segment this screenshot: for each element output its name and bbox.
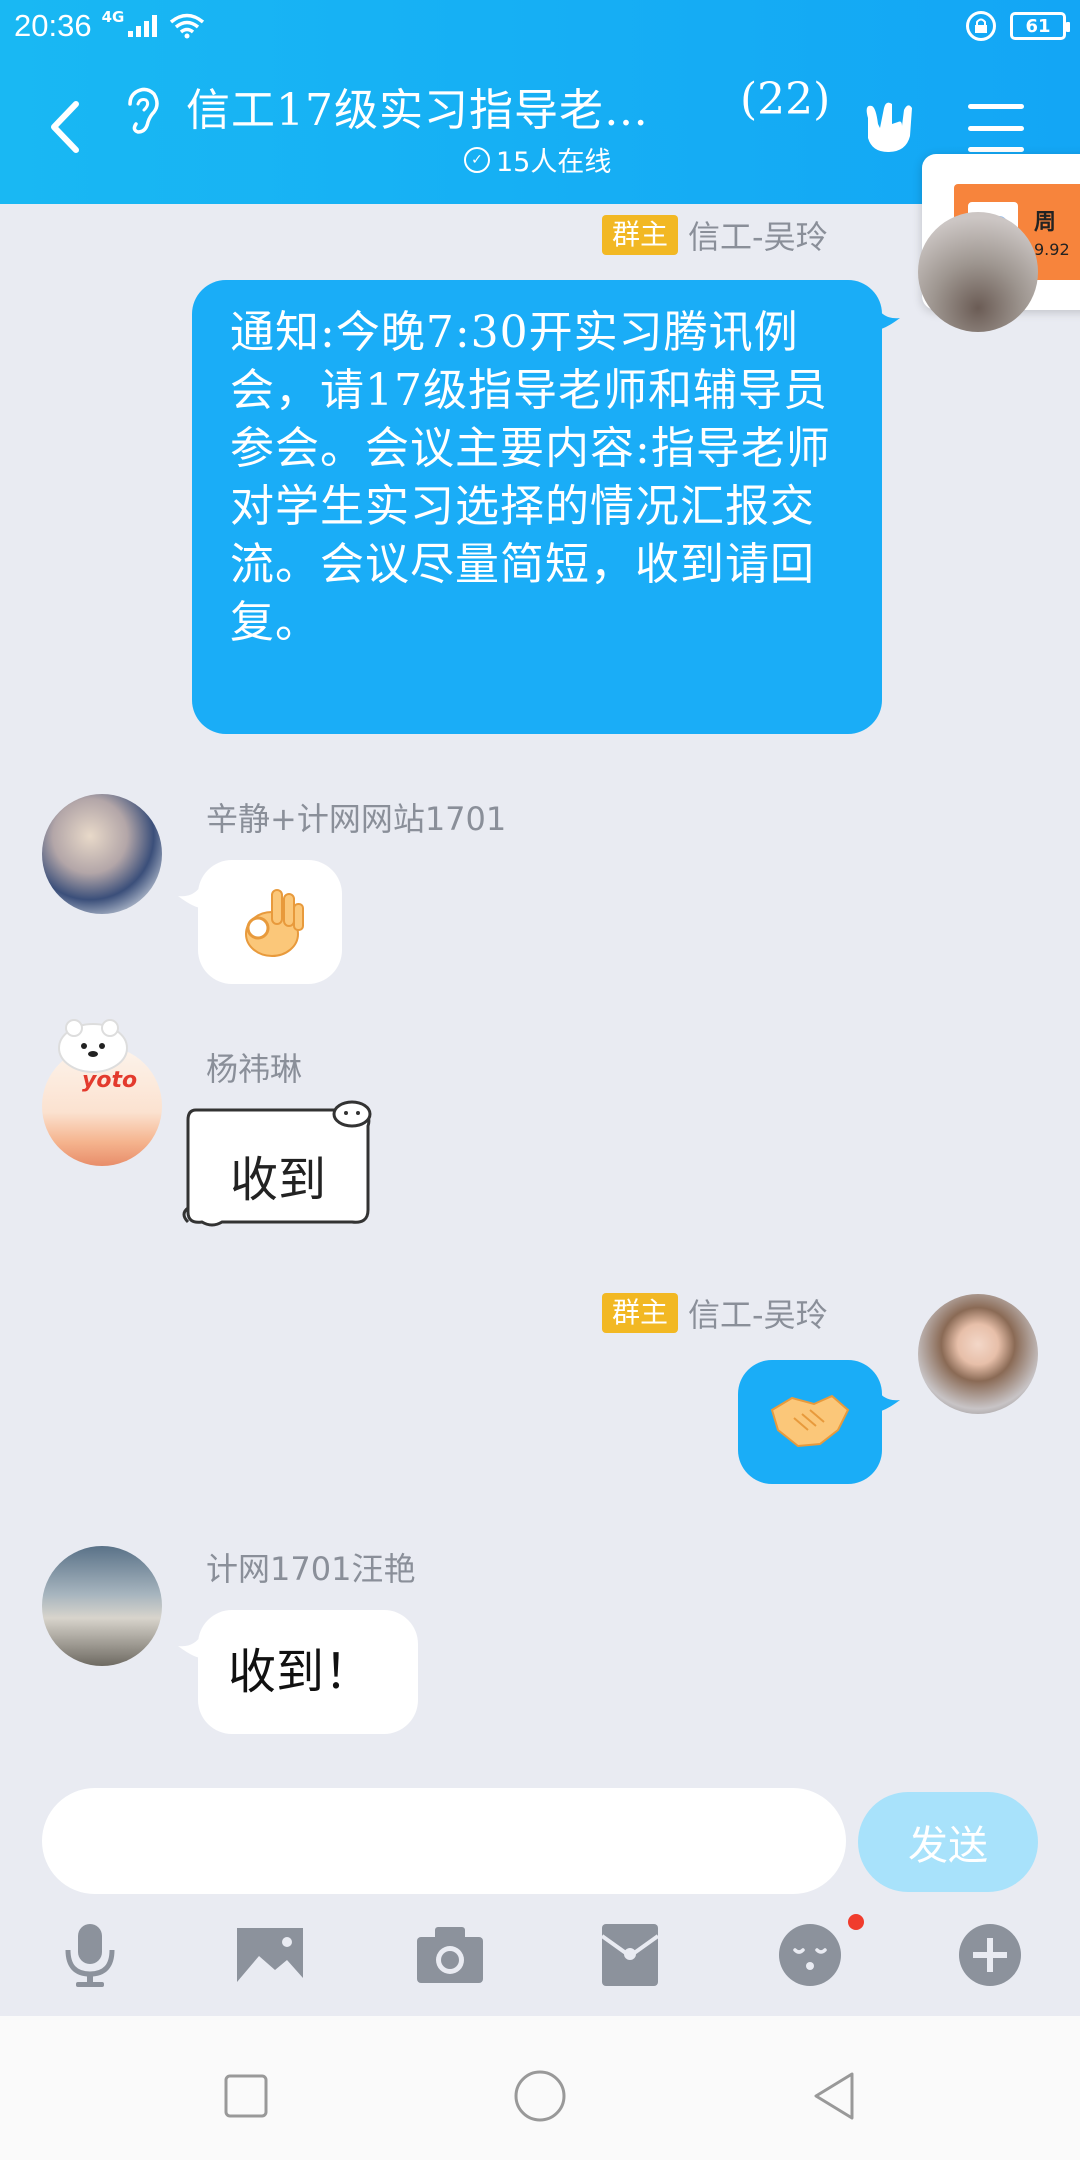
- send-label: 发送: [908, 1823, 988, 1869]
- message-input[interactable]: [42, 1788, 846, 1894]
- message-bubble[interactable]: [198, 860, 342, 984]
- sender-name: 辛静+计网网站1701: [206, 800, 507, 838]
- handshake-icon: [770, 1394, 850, 1448]
- avatar[interactable]: [42, 794, 162, 914]
- send-button[interactable]: 发送: [858, 1792, 1038, 1892]
- bubble-tail: [178, 1634, 202, 1658]
- message-bubble[interactable]: 通知:今晚7:30开实习腾讯例会，请17级指导老师和辅导员参会。会议主要内容:指…: [192, 280, 882, 734]
- sender-name: 信工-吴玲: [688, 1296, 828, 1334]
- owner-badge: 群主: [602, 215, 679, 255]
- online-count: 15人在线: [496, 147, 612, 178]
- chat-header: 20:36 4G 61 信工17级实习指导老… (22) ✓ 15人在线: [0, 0, 1080, 204]
- sender-row: 辛静+计网网站1701: [206, 794, 506, 840]
- status-bar: 20:36 4G 61: [14, 6, 1070, 46]
- emoji-icon[interactable]: [770, 1910, 850, 2000]
- online-status: ✓ 15人在线: [464, 140, 611, 179]
- system-navbar: [0, 2016, 1080, 2160]
- avatar[interactable]: [42, 1546, 162, 1666]
- ear-icon[interactable]: [120, 86, 168, 136]
- message-text: 收到！: [228, 1644, 373, 1700]
- check-circle-icon: ✓: [464, 146, 490, 173]
- sender-row: 群主 信工-吴玲: [602, 1290, 828, 1336]
- back-nav-icon[interactable]: [804, 2066, 864, 2126]
- back-arrow-icon[interactable]: [40, 92, 90, 162]
- sender-name: 杨祎琳: [206, 1050, 303, 1088]
- sender-name: 计网1701汪艳: [206, 1550, 416, 1588]
- bubble-tail: [876, 1388, 900, 1412]
- image-icon[interactable]: [230, 1910, 310, 2000]
- plus-icon[interactable]: [950, 1910, 1030, 2000]
- bubble-tail: [876, 306, 900, 330]
- notification-dot: [848, 1914, 864, 1930]
- sender-name: 信工-吴玲: [688, 218, 828, 256]
- message-bubble[interactable]: 收到！: [198, 1610, 418, 1734]
- recent-apps-icon[interactable]: [216, 2066, 276, 2126]
- rotation-lock-icon: [966, 11, 996, 41]
- sticker-bubble[interactable]: 收到: [182, 1100, 382, 1232]
- polar-bear-icon: [58, 1019, 128, 1073]
- status-time: 20:36: [14, 8, 92, 43]
- rock-hand-icon[interactable]: [858, 98, 920, 158]
- sender-row: 杨祎琳: [206, 1044, 302, 1090]
- battery-icon: 61: [1010, 12, 1070, 40]
- wifi-icon: [170, 13, 205, 39]
- owner-badge: 群主: [602, 1293, 679, 1333]
- member-count: (22): [740, 74, 831, 125]
- camera-icon[interactable]: [410, 1910, 490, 2000]
- home-icon[interactable]: [510, 2066, 570, 2126]
- message-bubble[interactable]: [738, 1360, 882, 1484]
- sender-row: 群主 信工-吴玲: [602, 212, 828, 258]
- battery-level: 61: [1025, 15, 1051, 37]
- avatar[interactable]: [918, 212, 1038, 332]
- red-packet-icon[interactable]: [590, 1910, 670, 2000]
- mic-icon[interactable]: [50, 1910, 130, 2000]
- bubble-tail: [178, 884, 202, 908]
- avatar[interactable]: [918, 1294, 1038, 1414]
- menu-icon[interactable]: [968, 104, 1024, 152]
- message-text: 通知:今晚7:30开实习腾讯例会，请17级指导老师和辅导员参会。会议主要内容:指…: [230, 307, 831, 648]
- ok-hand-icon: [245, 889, 304, 957]
- signal-icon: [128, 15, 158, 37]
- input-toolbar: [0, 1910, 1080, 2010]
- sticker-text: 收到: [230, 1152, 327, 1208]
- ad-subtitle: 9.92: [1034, 240, 1070, 259]
- chat-title[interactable]: 信工17级实习指导老…: [186, 74, 649, 138]
- ad-title: 周: [1034, 210, 1057, 235]
- network-type: 4G: [101, 8, 125, 26]
- sender-row: 计网1701汪艳: [206, 1544, 415, 1590]
